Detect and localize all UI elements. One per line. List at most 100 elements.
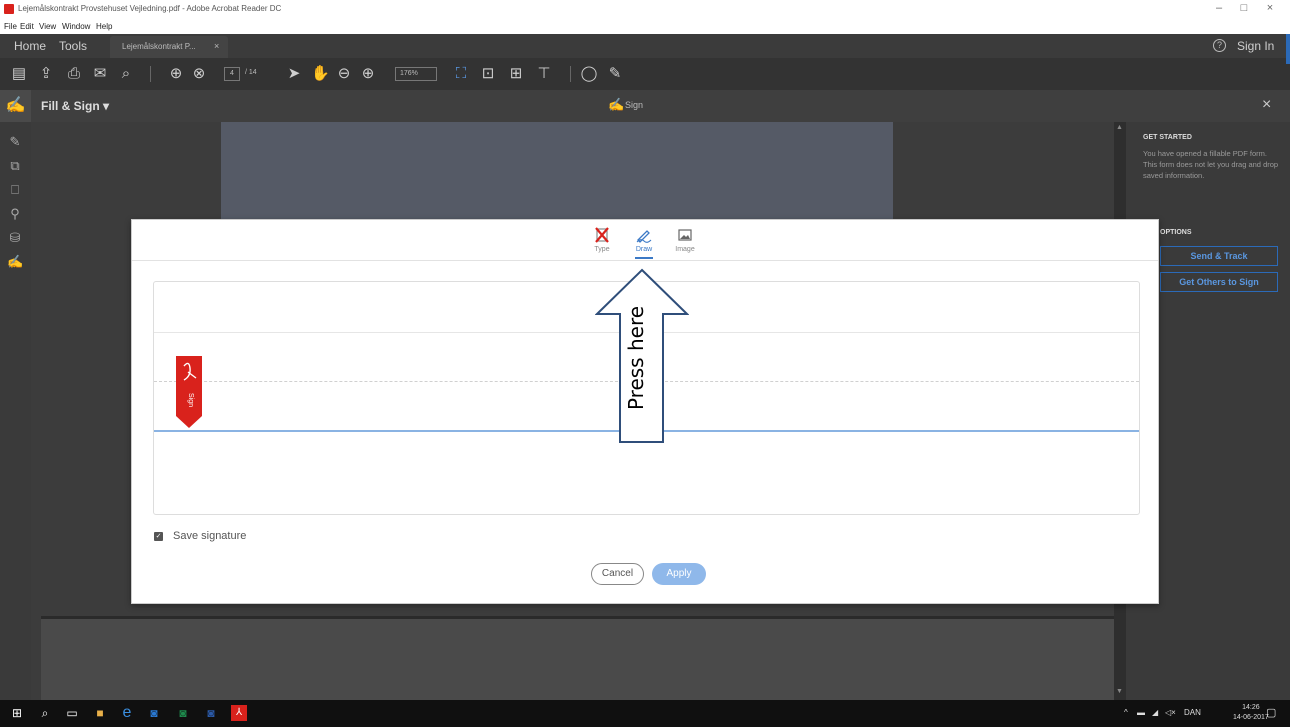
fill-form-icon[interactable]: ✎ bbox=[7, 134, 23, 150]
comment-icon[interactable]: ◯ bbox=[580, 66, 598, 82]
options-heading: OPTIONS bbox=[1160, 229, 1192, 236]
windows-start-icon[interactable]: ⊞ bbox=[9, 705, 25, 721]
layers-icon[interactable]: ⛁ bbox=[7, 230, 23, 246]
bookmark-icon[interactable]: ⎕ bbox=[7, 182, 23, 198]
pdf-page-lower bbox=[41, 616, 1114, 700]
draw-pen-icon bbox=[626, 226, 662, 244]
highlight-pen-icon[interactable]: ✎ bbox=[606, 66, 624, 82]
menu-file[interactable]: File bbox=[4, 22, 17, 31]
tab-document[interactable]: Lejemålskontrakt P... × bbox=[110, 36, 228, 58]
tab-home[interactable]: Home bbox=[14, 39, 46, 53]
tab-draw-label: Draw bbox=[635, 246, 653, 253]
close-icon[interactable]: × bbox=[1259, 2, 1281, 14]
minimize-icon[interactable]: – bbox=[1208, 2, 1230, 14]
full-screen-icon[interactable]: ⊞ bbox=[507, 66, 525, 82]
zoom-out-icon[interactable]: ⊖ bbox=[335, 66, 353, 82]
page-number-input[interactable]: 4 bbox=[224, 67, 240, 81]
file-explorer-icon[interactable]: ■ bbox=[92, 705, 108, 721]
sign-here-flag: Sign bbox=[176, 356, 202, 428]
fill-sign-title-label: Fill & Sign bbox=[41, 99, 100, 113]
notifications-icon[interactable]: ▢ bbox=[1266, 706, 1276, 719]
signature-icon[interactable]: ✍ bbox=[7, 254, 23, 270]
save-icon[interactable]: ▤ bbox=[10, 66, 28, 82]
attachment-icon[interactable]: ⚲ bbox=[7, 206, 23, 222]
tab-type-label: Type bbox=[594, 246, 610, 253]
fill-sign-bar: ✍ Fill & Sign ▾ ✍ Sign × bbox=[0, 90, 1290, 122]
close-fill-sign-icon[interactable]: × bbox=[1262, 96, 1271, 114]
menu-window[interactable]: Window bbox=[62, 22, 90, 31]
tab-image-label: Image bbox=[675, 246, 695, 253]
stamp-icon[interactable]: ⊤ bbox=[535, 66, 553, 82]
page-total: / 14 bbox=[245, 69, 257, 76]
get-started-heading: GET STARTED bbox=[1143, 134, 1192, 141]
tab-tools[interactable]: Tools bbox=[59, 39, 87, 53]
excel-icon[interactable]: ◙ bbox=[175, 705, 191, 721]
annotation-text: Press here bbox=[624, 305, 648, 411]
tabs-divider bbox=[132, 260, 1158, 261]
save-signature-label: Save signature bbox=[173, 530, 247, 542]
wifi-icon[interactable]: ◢ bbox=[1152, 708, 1158, 717]
help-icon[interactable]: ? bbox=[1213, 39, 1226, 52]
search-icon[interactable]: ⌕ bbox=[37, 705, 53, 721]
acrobat-taskbar-icon[interactable]: ⅄ bbox=[231, 705, 247, 721]
menu-bar: File Edit View Window Help bbox=[0, 22, 1290, 34]
send-track-button[interactable]: Send & Track bbox=[1160, 246, 1278, 266]
upload-cloud-icon[interactable]: ⇪ bbox=[37, 66, 55, 82]
pdf-page bbox=[221, 122, 893, 222]
menu-edit[interactable]: Edit bbox=[20, 22, 34, 31]
fit-width-icon[interactable]: ⊡ bbox=[479, 66, 497, 82]
email-icon[interactable]: ✉ bbox=[91, 66, 109, 82]
left-tool-rail: ✎ ⧉ ⎕ ⚲ ⛁ ✍ bbox=[0, 122, 31, 700]
tab-image[interactable]: Image bbox=[667, 226, 703, 253]
sign-pen-icon[interactable]: ✍ bbox=[608, 97, 624, 113]
get-others-sign-button[interactable]: Get Others to Sign bbox=[1160, 272, 1278, 292]
tab-type[interactable]: Type bbox=[584, 226, 620, 253]
toolbar-divider bbox=[570, 66, 571, 82]
language-indicator[interactable]: DAN bbox=[1184, 708, 1201, 717]
task-view-icon[interactable]: ▭ bbox=[64, 705, 80, 721]
active-tab-indicator bbox=[635, 257, 653, 259]
window-title-bar: Lejemålskontrakt Provstehuset Vejledning… bbox=[0, 0, 1290, 22]
save-signature-checkbox[interactable]: ✓ bbox=[154, 532, 163, 541]
clock-time: 14:26 bbox=[1242, 704, 1260, 711]
print-icon[interactable]: ⎙ bbox=[65, 66, 83, 82]
system-clock[interactable]: 14:26 14-06-2017 bbox=[1233, 703, 1269, 723]
windows-taskbar: ⊞ ⌕ ▭ ■ e ◙ ◙ ◙ ⅄ ^ ▬ ◢ ◁× DAN 14:26 14-… bbox=[0, 700, 1290, 727]
image-icon bbox=[667, 226, 703, 244]
previous-page-icon[interactable]: ⊕ bbox=[167, 66, 185, 82]
search-icon[interactable]: ⌕ bbox=[117, 66, 135, 82]
volume-icon[interactable]: ◁× bbox=[1165, 708, 1176, 717]
sign-flag-label: Sign bbox=[187, 393, 194, 407]
page-divider bbox=[41, 616, 1114, 619]
next-page-icon[interactable]: ⊗ bbox=[190, 66, 208, 82]
word-icon[interactable]: ◙ bbox=[203, 705, 219, 721]
select-cursor-icon[interactable]: ➤ bbox=[285, 66, 303, 82]
scroll-up-icon[interactable]: ▲ bbox=[1116, 124, 1123, 131]
fill-sign-icon[interactable]: ✍ bbox=[0, 90, 31, 122]
battery-icon[interactable]: ▬ bbox=[1137, 708, 1145, 717]
edge-browser-icon[interactable]: e bbox=[119, 705, 135, 721]
tray-chevron-icon[interactable]: ^ bbox=[1124, 708, 1128, 717]
menu-view[interactable]: View bbox=[39, 22, 56, 31]
window-edge-accent bbox=[1286, 34, 1290, 64]
close-tab-icon[interactable]: × bbox=[214, 41, 219, 51]
get-started-text: You have opened a fillable PDF form. Thi… bbox=[1143, 149, 1279, 180]
cancel-button[interactable]: Cancel bbox=[591, 563, 644, 585]
fill-sign-title[interactable]: Fill & Sign ▾ bbox=[41, 99, 109, 113]
zoom-select[interactable]: 176% bbox=[395, 67, 437, 81]
acrobat-app-icon bbox=[4, 4, 14, 14]
maximize-icon[interactable]: □ bbox=[1233, 2, 1255, 14]
fit-page-icon[interactable]: ⛶ bbox=[452, 66, 470, 82]
hand-tool-icon[interactable]: ✋ bbox=[311, 66, 330, 82]
scroll-down-icon[interactable]: ▼ bbox=[1116, 688, 1123, 695]
tab-draw[interactable]: Draw bbox=[626, 226, 662, 259]
menu-help[interactable]: Help bbox=[96, 22, 112, 31]
outlook-icon[interactable]: ◙ bbox=[146, 705, 162, 721]
apply-button[interactable]: Apply bbox=[652, 563, 706, 585]
tab-bar: Home Tools Lejemålskontrakt P... × ? Sig… bbox=[0, 34, 1290, 58]
sign-in-link[interactable]: Sign In bbox=[1237, 39, 1274, 53]
sign-button-label[interactable]: Sign bbox=[625, 100, 643, 110]
window-title: Lejemålskontrakt Provstehuset Vejledning… bbox=[18, 4, 282, 13]
zoom-in-icon[interactable]: ⊕ bbox=[359, 66, 377, 82]
pages-icon[interactable]: ⧉ bbox=[7, 158, 23, 174]
